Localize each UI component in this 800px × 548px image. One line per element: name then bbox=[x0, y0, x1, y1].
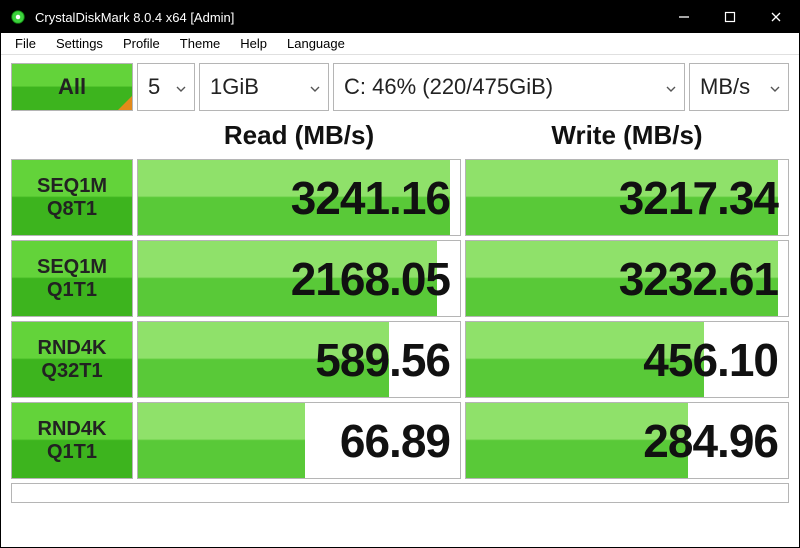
table-row: RND4K Q1T1 66.89 284.96 bbox=[11, 402, 789, 479]
maximize-button[interactable] bbox=[707, 1, 753, 33]
run-all-label: All bbox=[58, 74, 86, 100]
read-fill bbox=[138, 403, 305, 478]
minimize-button[interactable] bbox=[661, 1, 707, 33]
write-value: 456.10 bbox=[643, 322, 778, 397]
status-bar bbox=[11, 483, 789, 503]
read-cell: 3241.16 bbox=[137, 159, 461, 236]
app-icon bbox=[9, 8, 27, 26]
menu-file[interactable]: File bbox=[5, 34, 46, 53]
test-button-seq1m-q1t1[interactable]: SEQ1M Q1T1 bbox=[11, 240, 133, 317]
read-cell: 589.56 bbox=[137, 321, 461, 398]
table-row: SEQ1M Q8T1 3241.16 3217.34 bbox=[11, 159, 789, 236]
write-value: 3217.34 bbox=[619, 160, 778, 235]
menu-profile[interactable]: Profile bbox=[113, 34, 170, 53]
test-label-line1: SEQ1M bbox=[37, 175, 107, 198]
chevron-down-icon bbox=[770, 74, 780, 100]
chevron-down-icon bbox=[176, 74, 186, 100]
write-header: Write (MB/s) bbox=[465, 115, 789, 155]
table-row: SEQ1M Q1T1 2168.05 3232.61 bbox=[11, 240, 789, 317]
menu-language[interactable]: Language bbox=[277, 34, 355, 53]
test-label-line1: RND4K bbox=[38, 337, 107, 360]
runs-value: 5 bbox=[148, 74, 160, 100]
read-cell: 66.89 bbox=[137, 402, 461, 479]
test-label-line1: SEQ1M bbox=[37, 256, 107, 279]
size-value: 1GiB bbox=[210, 74, 259, 100]
table-row: RND4K Q32T1 589.56 456.10 bbox=[11, 321, 789, 398]
unit-select[interactable]: MB/s bbox=[689, 63, 789, 111]
window-title: CrystalDiskMark 8.0.4 x64 [Admin] bbox=[35, 10, 661, 25]
test-label-line2: Q32T1 bbox=[41, 360, 102, 383]
menubar: File Settings Profile Theme Help Languag… bbox=[1, 33, 799, 55]
close-button[interactable] bbox=[753, 1, 799, 33]
titlebar: CrystalDiskMark 8.0.4 x64 [Admin] bbox=[1, 1, 799, 33]
test-label-line2: Q1T1 bbox=[47, 441, 97, 464]
content-area: All 5 1GiB C: 46% (220/475GiB) MB/s Read… bbox=[1, 55, 799, 547]
read-cell: 2168.05 bbox=[137, 240, 461, 317]
read-value: 3241.16 bbox=[291, 160, 450, 235]
menu-theme[interactable]: Theme bbox=[170, 34, 230, 53]
runs-select[interactable]: 5 bbox=[137, 63, 195, 111]
read-value: 589.56 bbox=[315, 322, 450, 397]
column-headers: Read (MB/s) Write (MB/s) bbox=[11, 115, 789, 155]
write-cell: 456.10 bbox=[465, 321, 789, 398]
test-button-rnd4k-q1t1[interactable]: RND4K Q1T1 bbox=[11, 402, 133, 479]
menu-help[interactable]: Help bbox=[230, 34, 277, 53]
test-button-rnd4k-q32t1[interactable]: RND4K Q32T1 bbox=[11, 321, 133, 398]
drive-value: C: 46% (220/475GiB) bbox=[344, 74, 553, 100]
control-row: All 5 1GiB C: 46% (220/475GiB) MB/s bbox=[11, 63, 789, 111]
write-cell: 284.96 bbox=[465, 402, 789, 479]
read-value: 66.89 bbox=[340, 403, 450, 478]
write-cell: 3217.34 bbox=[465, 159, 789, 236]
read-header: Read (MB/s) bbox=[137, 115, 461, 155]
chevron-down-icon bbox=[310, 74, 320, 100]
read-value: 2168.05 bbox=[291, 241, 450, 316]
write-value: 284.96 bbox=[643, 403, 778, 478]
test-label-line2: Q1T1 bbox=[47, 279, 97, 302]
test-label-line1: RND4K bbox=[38, 418, 107, 441]
test-label-line2: Q8T1 bbox=[47, 198, 97, 221]
run-all-button[interactable]: All bbox=[11, 63, 133, 111]
write-cell: 3232.61 bbox=[465, 240, 789, 317]
app-window: CrystalDiskMark 8.0.4 x64 [Admin] File S… bbox=[0, 0, 800, 548]
test-button-seq1m-q8t1[interactable]: SEQ1M Q8T1 bbox=[11, 159, 133, 236]
drive-select[interactable]: C: 46% (220/475GiB) bbox=[333, 63, 685, 111]
unit-value: MB/s bbox=[700, 74, 750, 100]
size-select[interactable]: 1GiB bbox=[199, 63, 329, 111]
menu-settings[interactable]: Settings bbox=[46, 34, 113, 53]
chevron-down-icon bbox=[666, 74, 676, 100]
write-value: 3232.61 bbox=[619, 241, 778, 316]
